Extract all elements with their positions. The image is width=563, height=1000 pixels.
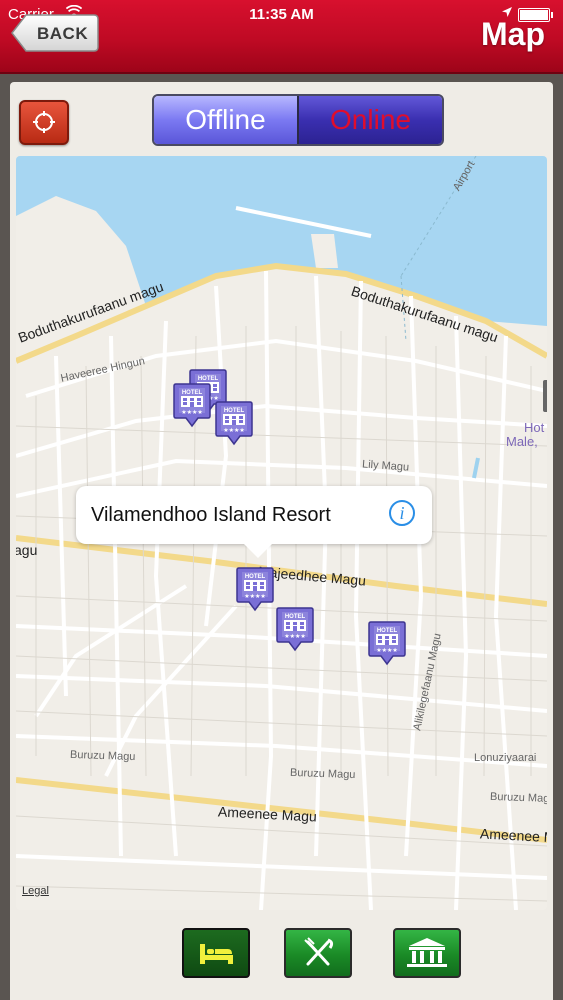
legal-link[interactable]: Legal: [22, 885, 49, 897]
street-label: agu: [16, 542, 38, 558]
street-label: Buruzu Magu: [489, 790, 547, 806]
offline-segment[interactable]: Offline: [154, 96, 297, 144]
hotel-pin-icon[interactable]: HOTEL ★★★★: [236, 566, 274, 612]
street-label: Hot: [524, 420, 545, 435]
info-icon[interactable]: i: [389, 500, 415, 526]
svg-text:★★★★: ★★★★: [284, 633, 306, 640]
svg-text:HOTEL: HOTEL: [377, 628, 398, 634]
map-callout[interactable]: Vilamendhoo Island Resort i: [76, 486, 432, 558]
street-label: Buruzu Magu: [289, 766, 356, 782]
locate-button[interactable]: [19, 100, 69, 145]
street-label: Male,: [506, 434, 538, 449]
svg-text:★★★★: ★★★★: [244, 593, 266, 600]
svg-text:★★★★: ★★★★: [223, 427, 245, 434]
svg-text:HOTEL: HOTEL: [245, 574, 266, 580]
callout-title: Vilamendhoo Island Resort: [91, 504, 331, 526]
svg-text:HOTEL: HOTEL: [224, 408, 245, 414]
street-label: Lonuziyaarai: [474, 752, 537, 764]
hotel-pin-icon[interactable]: HOTEL ★★★★: [173, 382, 211, 428]
online-segment[interactable]: Online: [297, 96, 442, 144]
restaurants-button[interactable]: [284, 928, 352, 978]
svg-text:HOTEL: HOTEL: [182, 390, 203, 396]
svg-text:HOTEL: HOTEL: [285, 614, 306, 620]
header-bar: Carrier 11:35 AM BACK Map: [0, 0, 563, 74]
museum-icon: [407, 938, 447, 967]
street-label: Buruzu Magu: [69, 748, 136, 764]
back-button-label: BACK: [37, 24, 89, 43]
svg-text:★★★★: ★★★★: [181, 409, 203, 416]
attractions-button[interactable]: [393, 928, 461, 978]
hotel-pin-icon[interactable]: HOTEL ★★★★: [215, 400, 253, 446]
back-button[interactable]: BACK: [10, 13, 100, 53]
fork-knife-icon: [304, 937, 334, 966]
hotels-button[interactable]: [182, 928, 250, 978]
hotel-pin-icon[interactable]: HOTEL ★★★★: [368, 620, 406, 666]
page-title: Map: [481, 16, 545, 52]
target-icon: [33, 111, 55, 133]
hotel-pin-icon[interactable]: HOTEL ★★★★: [276, 606, 314, 652]
map-view[interactable]: Boduthakurufaanu magu Boduthakurufaanu m…: [16, 156, 547, 910]
offline-online-switch: Offline Online: [152, 94, 444, 146]
bottom-toolbar: [10, 918, 553, 1000]
bed-icon: [200, 944, 233, 964]
svg-text:★★★★: ★★★★: [376, 647, 398, 654]
